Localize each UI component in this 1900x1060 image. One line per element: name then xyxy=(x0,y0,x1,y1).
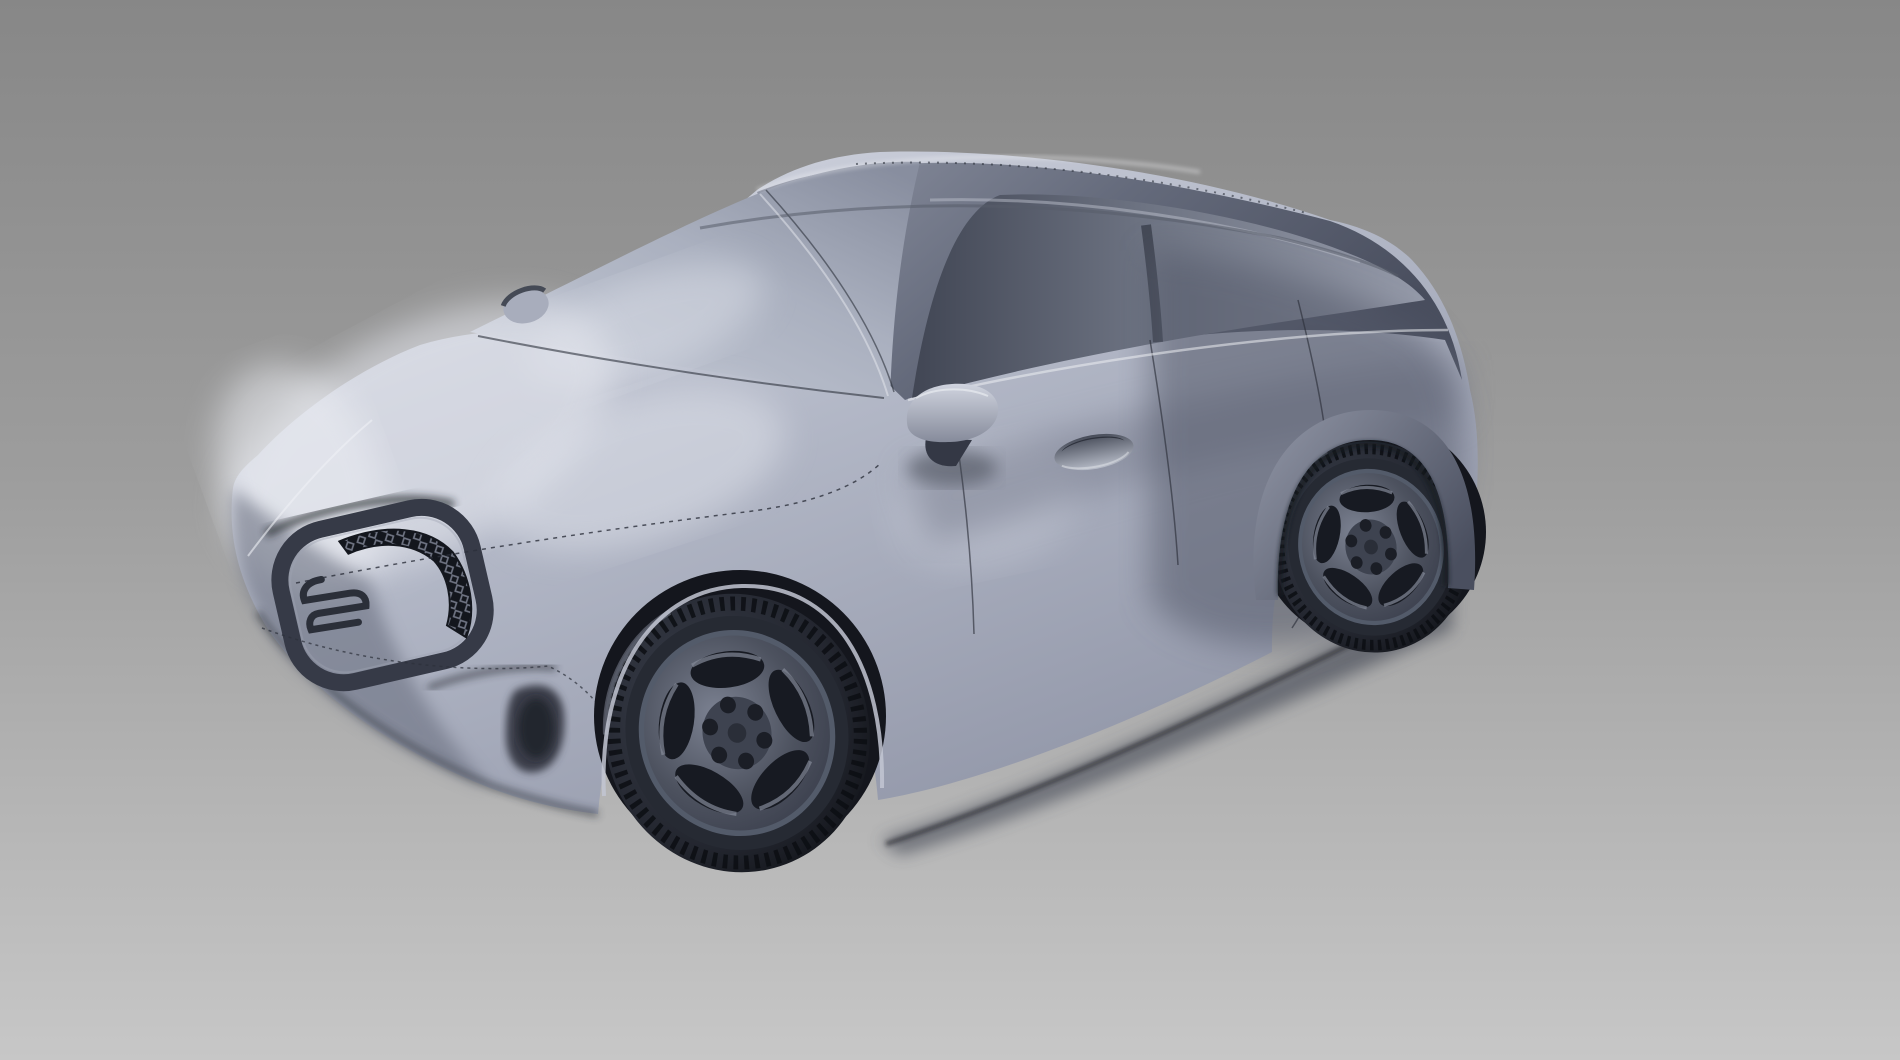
cad-viewport[interactable] xyxy=(0,0,1900,1060)
fog-lamp-core xyxy=(518,698,554,758)
render-canvas[interactable] xyxy=(0,0,1900,1060)
